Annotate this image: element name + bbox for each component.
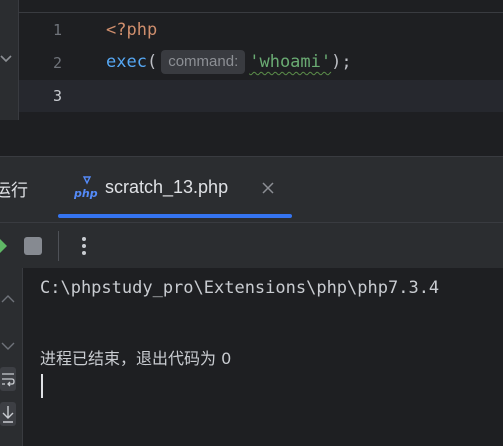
- rerun-icon[interactable]: [0, 237, 8, 255]
- php-open-tag: <?php: [106, 20, 158, 40]
- editor-left-strip: [0, 0, 19, 120]
- run-panel-title: 运行: [0, 181, 28, 201]
- php-file-icon: php: [73, 175, 100, 201]
- soft-wrap-icon[interactable]: [0, 367, 16, 391]
- scroll-down-icon[interactable]: [0, 333, 16, 357]
- editor-spacer: [0, 120, 503, 156]
- statement-close: );: [331, 52, 352, 72]
- string-argument: 'whoami': [249, 52, 332, 72]
- line-number-current: 3: [52, 87, 62, 105]
- close-icon[interactable]: [261, 180, 275, 194]
- console-exit-message: 进程已结束，退出代码为 0: [40, 349, 232, 368]
- console-output[interactable]: C:\phpstudy_pro\Extensions\php\php7.3.4 …: [23, 268, 503, 446]
- current-line-highlight: [19, 80, 503, 112]
- line-number: 2: [52, 54, 62, 72]
- run-tab-bar: 运行 php scratch_13.php: [0, 157, 503, 219]
- function-name: exec: [106, 52, 147, 72]
- paren-open: (: [146, 52, 158, 72]
- more-vertical-icon[interactable]: [74, 233, 94, 259]
- run-tool-window: 运行 php scratch_13.php C:\phpstudy_pro\Ex…: [0, 156, 503, 446]
- code-editor[interactable]: 1 2 3 <?php exec(command:'whoami');: [0, 0, 503, 120]
- toolbar-separator: [58, 231, 59, 261]
- console-side-toolbar: [0, 268, 23, 446]
- tab-title: scratch_13.php: [105, 177, 229, 197]
- active-tab-indicator: [58, 214, 292, 218]
- chevron-down-icon[interactable]: [0, 50, 12, 66]
- console-command-line: C:\phpstudy_pro\Extensions\php\php7.3.4: [40, 278, 440, 298]
- svg-text:php: php: [74, 187, 98, 200]
- editor-header-line: [19, 0, 503, 13]
- code-line-1[interactable]: <?php: [106, 20, 157, 40]
- tab-scratch-13[interactable]: php scratch_13.php: [58, 157, 292, 219]
- scroll-to-end-icon[interactable]: [0, 402, 16, 426]
- ide-window: 1 2 3 <?php exec(command:'whoami'); 运行 p…: [0, 0, 503, 446]
- code-line-2[interactable]: exec(command:'whoami');: [106, 50, 352, 74]
- scroll-up-icon[interactable]: [0, 288, 16, 312]
- run-toolbar: [0, 222, 503, 267]
- line-number: 1: [52, 21, 62, 39]
- stop-icon[interactable]: [24, 237, 42, 255]
- text-caret: [41, 374, 43, 398]
- parameter-hint: command:: [161, 50, 246, 74]
